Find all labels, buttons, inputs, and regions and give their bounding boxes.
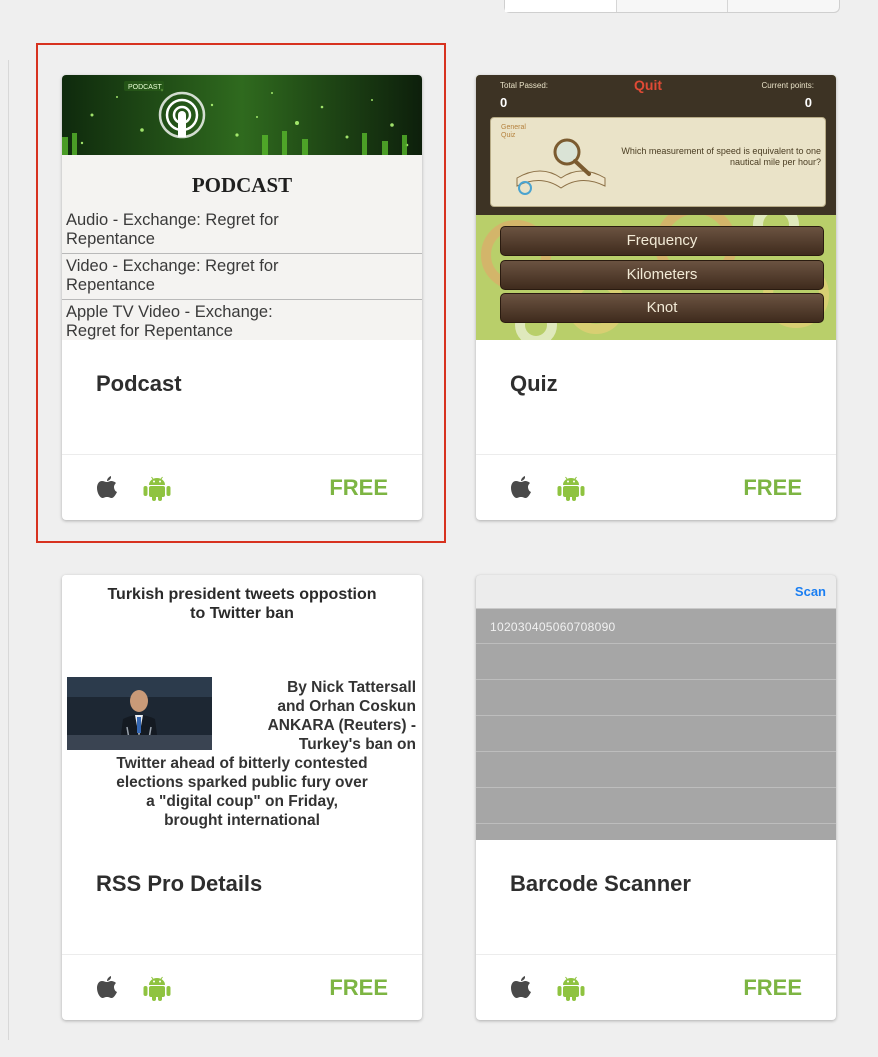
podcast-list: PODCAST Audio - Exchange: Regret for Rep… — [62, 155, 422, 340]
app-card-barcode-scanner[interactable]: Scan 102030405060708090 Barcode Scanner — [476, 575, 836, 1020]
barcode-nav-bar: Scan — [476, 575, 836, 609]
quiz-question-card: General Quiz Which measurement of speed … — [490, 117, 826, 207]
barcode-value[interactable]: 102030405060708090 — [490, 620, 616, 634]
price-label: FREE — [743, 975, 802, 1000]
quiz-question-text: Which measurement of speed is equivalent… — [621, 146, 821, 167]
barcode-history-list: Scan 102030405060708090 — [476, 575, 836, 840]
podcast-heading: PODCAST — [191, 173, 293, 197]
article-line: By Nick Tattersall — [287, 679, 416, 696]
podcast-list-item[interactable]: Apple TV Video - Exchange: Regret for Re… — [66, 303, 418, 340]
article-photo — [67, 677, 212, 750]
app-card-quiz[interactable]: Total Passed: 0 Quit Current points: 0 G… — [476, 75, 836, 520]
android-icon — [143, 976, 171, 1001]
top-segmented-control[interactable] — [504, 0, 840, 13]
price-label: FREE — [329, 975, 388, 1000]
quiz-preview: Total Passed: 0 Quit Current points: 0 G… — [476, 75, 836, 340]
total-passed-value: 0 — [500, 95, 508, 110]
podcast-item-line: Repentance — [66, 230, 155, 248]
left-divider — [8, 60, 9, 1040]
list-divider — [476, 643, 836, 644]
apple-icon — [97, 976, 117, 998]
answer-button[interactable]: Kilometers — [500, 260, 824, 290]
article-line: elections sparked public fury over — [116, 774, 368, 791]
current-points-value: 0 — [804, 95, 812, 110]
card-footer: FREE — [62, 454, 422, 520]
app-card-rss-pro-details[interactable]: Turkish president tweets oppostion to Tw… — [62, 575, 422, 1020]
article-side-text: By Nick Tattersall and Orhan Coskun ANKA… — [210, 678, 416, 754]
list-divider — [62, 253, 422, 254]
rss-preview: Turkish president tweets oppostion to Tw… — [62, 575, 422, 840]
book-magnifier-icon — [516, 138, 606, 195]
price-label: FREE — [329, 475, 388, 500]
rss-headline: Turkish president tweets oppostion to Tw… — [62, 585, 422, 623]
podcast-banner: PODCAST — [62, 75, 422, 155]
card-title: Podcast — [96, 371, 182, 396]
scan-button[interactable]: Scan — [795, 584, 826, 599]
podcast-list-item[interactable]: Audio - Exchange: Regret for Repentance — [66, 211, 418, 249]
barcode-preview: Scan 102030405060708090 — [476, 575, 836, 840]
article-line: and Orhan Coskun — [277, 698, 416, 715]
card-title: Quiz — [510, 371, 558, 396]
segment-3[interactable] — [728, 0, 839, 12]
apple-icon — [511, 476, 531, 498]
list-divider — [476, 715, 836, 716]
podcast-item-line: Audio - Exchange: Regret for — [66, 211, 279, 229]
quit-button[interactable]: Quit — [634, 77, 662, 93]
card-footer: FREE — [62, 954, 422, 1020]
podcast-item-line: Repentance — [66, 276, 155, 294]
app-card-podcast[interactable]: PODCAST PODCAST Audio - Exchange: Regret… — [62, 75, 422, 520]
card-title: RSS Pro Details — [96, 871, 263, 896]
segment-2[interactable] — [617, 0, 729, 12]
list-divider — [62, 299, 422, 300]
total-passed-label: Total Passed: — [500, 81, 549, 90]
android-icon — [143, 476, 171, 501]
answer-button[interactable]: Frequency — [500, 226, 824, 256]
rss-headline-line: to Twitter ban — [190, 605, 294, 622]
quiz-category-line: General — [501, 124, 526, 131]
card-footer: FREE — [476, 954, 836, 1020]
list-divider — [476, 751, 836, 752]
podcast-item-line: Regret for Repentance — [66, 322, 233, 340]
podcast-list-item[interactable]: Video - Exchange: Regret for Repentance — [66, 257, 418, 295]
podcast-banner-label: PODCAST — [128, 84, 163, 91]
segment-1[interactable] — [505, 0, 617, 12]
price-label: FREE — [743, 475, 802, 500]
android-icon — [557, 976, 585, 1001]
answer-button[interactable]: Knot — [500, 293, 824, 323]
article-body-text: Twitter ahead of bitterly contested elec… — [62, 754, 422, 830]
list-divider — [476, 823, 836, 824]
rss-headline-line: Turkish president tweets oppostion — [107, 586, 377, 603]
list-divider — [476, 679, 836, 680]
podcast-preview: PODCAST PODCAST Audio - Exchange: Regret… — [62, 75, 422, 340]
card-footer: FREE — [476, 454, 836, 520]
article-line: ANKARA (Reuters) - — [267, 717, 416, 734]
android-icon — [557, 476, 585, 501]
podcast-item-line: Video - Exchange: Regret for — [66, 257, 279, 275]
article-line: Turkey's ban on — [298, 736, 416, 753]
apple-icon — [511, 976, 531, 998]
apple-icon — [97, 476, 117, 498]
article-line: Twitter ahead of bitterly contested — [116, 755, 368, 772]
current-points-label: Current points: — [761, 81, 814, 90]
quiz-score-bar: Total Passed: 0 Quit Current points: 0 — [476, 75, 836, 115]
article-line: a "digital coup" on Friday, — [146, 793, 338, 810]
rss-article: Turkish president tweets oppostion to Tw… — [62, 575, 422, 840]
card-title: Barcode Scanner — [510, 871, 691, 896]
article-line: brought international — [164, 812, 320, 829]
podcast-item-line: Apple TV Video - Exchange: — [66, 303, 273, 321]
list-divider — [476, 787, 836, 788]
